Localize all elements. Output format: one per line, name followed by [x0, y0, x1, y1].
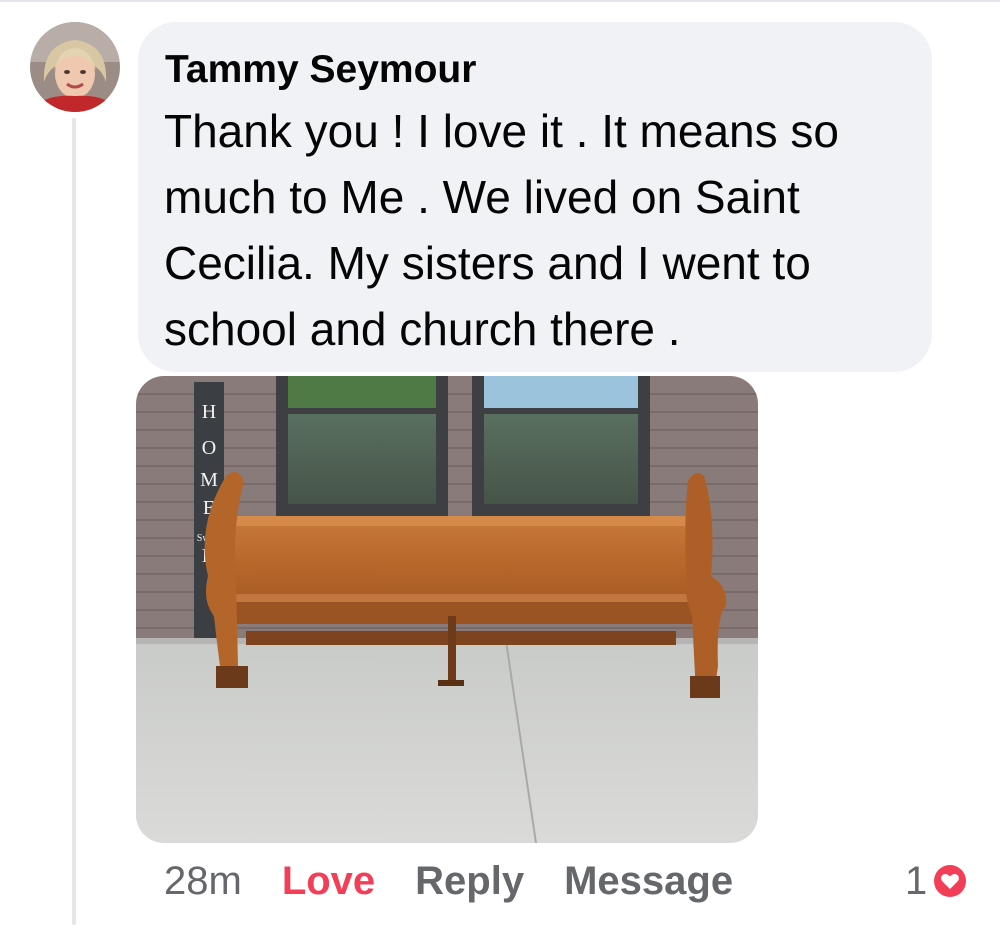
attached-photo[interactable]: H O M E Sweet H	[136, 376, 758, 843]
reply-button[interactable]: Reply	[415, 856, 524, 906]
sign-letter-h: H	[202, 401, 216, 423]
reaction-count: 1	[905, 859, 928, 903]
avatar[interactable]	[30, 22, 120, 112]
love-button[interactable]: Love	[282, 856, 375, 906]
comment-timestamp[interactable]: 28m	[164, 856, 242, 906]
message-button[interactable]: Message	[564, 856, 733, 906]
comment-author[interactable]: Tammy Seymour	[165, 46, 476, 94]
top-divider	[0, 0, 1000, 2]
thread-line	[72, 118, 76, 925]
avatar-image	[30, 22, 120, 112]
church-pew-photo: H O M E Sweet H	[136, 376, 758, 843]
love-reaction-icon	[932, 863, 969, 899]
comment-actions: 28m Love Reply Message	[164, 856, 773, 906]
comment-text: Thank you ! I love it . It means so much…	[164, 105, 839, 355]
reaction-summary[interactable]: 1	[905, 856, 969, 906]
sign-letter-o: O	[202, 437, 216, 459]
sign-letter-m: M	[200, 469, 218, 491]
